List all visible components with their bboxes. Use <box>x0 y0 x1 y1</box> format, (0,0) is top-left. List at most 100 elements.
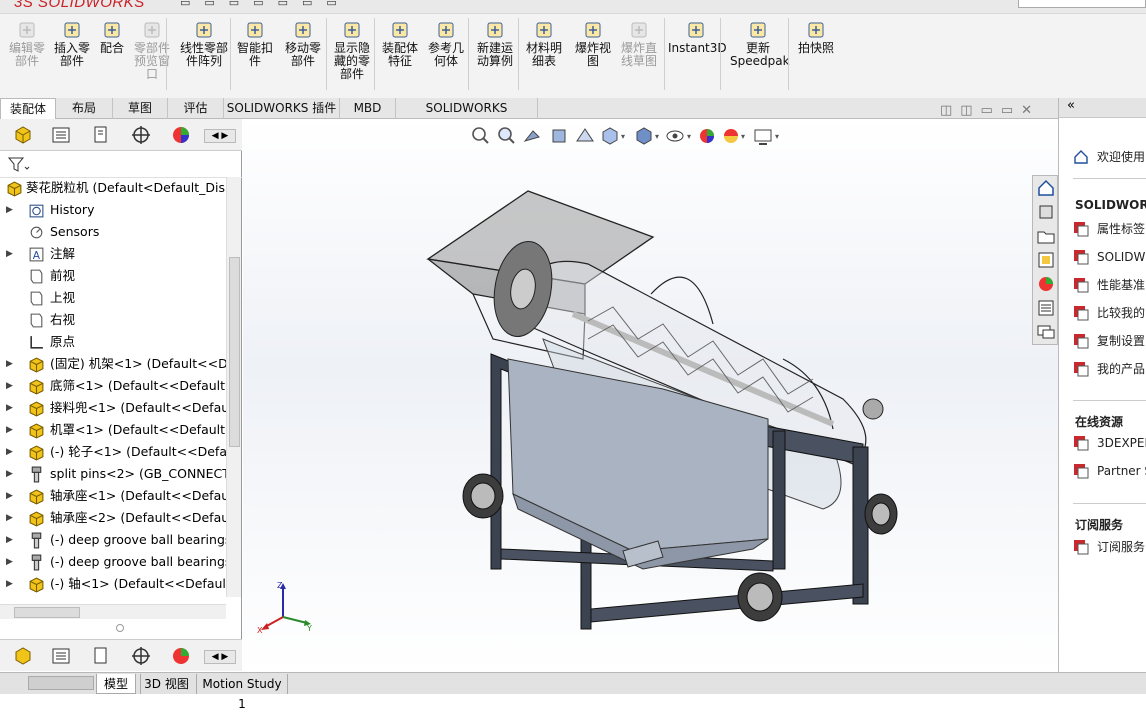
section-view-icon[interactable] <box>552 129 566 143</box>
configuration-manager-icon[interactable] <box>90 125 112 145</box>
tab-4[interactable]: SOLIDWORKS 插件 <box>224 98 340 119</box>
view-orientation-icon[interactable]: ▾ <box>602 127 625 145</box>
tree-vertical-scrollbar[interactable] <box>226 177 241 597</box>
property-manager-icon[interactable] <box>50 125 72 145</box>
tree-node[interactable]: 右视 <box>0 309 226 331</box>
quick-access-toolbar[interactable]: ▭▭▭▭▭▭▭ <box>180 0 351 9</box>
view-palette-icon[interactable] <box>1036 250 1056 270</box>
tree-node[interactable]: ▶ 接料兜<1> (Default<<Default> <box>0 397 226 419</box>
tree-node[interactable]: ▶ 轴承座<2> (Default<<Default> <box>0 507 226 529</box>
apply-scene-icon[interactable]: ▾ <box>724 129 745 143</box>
expand-arrow-icon[interactable]: ▶ <box>6 441 13 463</box>
graphics-area[interactable]: ◫◫▭▭✕ ▾ ▾ ▾ ▾ ▾ Z Y X <box>243 103 1058 672</box>
expand-arrow-icon[interactable]: ▶ <box>6 485 13 507</box>
task-pane-link[interactable]: 我的产品 <box>1074 358 1145 380</box>
task-pane-link[interactable]: Partner S <box>1074 460 1146 482</box>
edit-appearance-icon[interactable] <box>700 129 714 143</box>
task-pane-link[interactable]: 订阅服务 <box>1074 536 1145 558</box>
expand-arrow-icon[interactable]: ▶ <box>6 397 13 419</box>
expand-arrow-icon[interactable]: ▶ <box>6 353 13 375</box>
linear-pattern-button[interactable]: 线性零部 件阵列 <box>178 20 230 68</box>
splitter-handle[interactable] <box>116 624 124 632</box>
tree-node[interactable]: ▶ split pins<2> (GB_CONNECTII <box>0 463 226 485</box>
task-pane-link[interactable]: 性能基准 <box>1074 274 1145 296</box>
task-pane-link[interactable]: 复制设置 <box>1074 330 1145 352</box>
design-library-icon[interactable] <box>1036 202 1056 222</box>
edit-component-button[interactable]: 编辑零 部件 <box>8 20 46 68</box>
tree-node[interactable]: ▶ (-) 轴<1> (Default<<Default>_ <box>0 573 226 595</box>
snapshot-button[interactable]: 拍快照 <box>796 20 836 55</box>
reference-geometry-button[interactable]: 参考几 何体 <box>426 20 466 68</box>
tab-motion-study[interactable]: Motion Study 1 <box>196 674 288 711</box>
tab-5[interactable]: MBD <box>340 98 396 119</box>
home-icon[interactable] <box>1036 178 1056 198</box>
explode-line-sketch-button[interactable]: 爆炸直 线草图 <box>618 20 660 68</box>
bom-button[interactable]: 材料明 细表 <box>524 20 564 68</box>
tree-node[interactable]: ▶ A 注解 <box>0 243 226 265</box>
tree-node[interactable]: Sensors <box>0 221 226 243</box>
tree-node[interactable]: ▶ 机罩<1> (Default<<Default>_F <box>0 419 226 441</box>
expand-arrow-icon[interactable]: ▶ <box>6 375 13 397</box>
assembly-feature-button[interactable]: 装配体 特征 <box>380 20 420 68</box>
tab-3d-views[interactable]: 3D 视图 <box>140 674 192 694</box>
insert-component-button[interactable]: 插入零 部件 <box>52 20 92 68</box>
display-style-icon[interactable]: ▾ <box>636 127 659 145</box>
assembly-model[interactable] <box>413 189 933 659</box>
custom-properties-icon[interactable] <box>1036 298 1056 318</box>
dimxpert-icon[interactable] <box>130 646 152 666</box>
feature-manager-icon[interactable] <box>12 646 34 666</box>
expand-arrow-icon[interactable]: ▶ <box>6 529 13 551</box>
tab-1[interactable]: 布局 <box>56 98 113 119</box>
configuration-manager-icon[interactable] <box>90 646 112 666</box>
expand-arrow-icon[interactable]: ▶ <box>6 463 13 485</box>
tab-model[interactable]: 模型 <box>96 674 136 694</box>
hide-show-items-icon[interactable]: ▾ <box>666 130 691 142</box>
tree-node[interactable]: 原点 <box>0 331 226 353</box>
instant3d-button[interactable]: Instant3D <box>668 20 727 55</box>
tree-node[interactable]: ▶ (-) 轮子<1> (Default<<Default <box>0 441 226 463</box>
tab-2[interactable]: 草图 <box>113 98 168 119</box>
task-pane-link[interactable]: 3DEXPERI <box>1074 432 1146 454</box>
window-controls[interactable]: ◫◫▭▭✕ <box>940 103 1040 118</box>
tree-horizontal-scrollbar[interactable] <box>0 604 226 619</box>
tree-node[interactable]: ▶ 底筛<1> (Default<<Default>_F <box>0 375 226 397</box>
scrollbar-thumb[interactable] <box>14 607 80 618</box>
tree-node[interactable]: ▶ (-) deep groove ball bearings <box>0 529 226 551</box>
expand-arrow-icon[interactable]: ▶ <box>6 419 13 441</box>
appearances-icon[interactable] <box>1036 274 1056 294</box>
tab-3[interactable]: 评估 <box>168 98 224 119</box>
tab-0[interactable]: 装配体 <box>0 98 56 120</box>
panel-scroll-arrows[interactable]: ◀ ▶ <box>204 650 236 664</box>
task-pane-link[interactable]: SOLIDWO <box>1074 246 1146 268</box>
tree-root-assembly[interactable]: 葵花脱粒机 (Default<Default_Displ <box>0 177 226 199</box>
tree-node[interactable]: 前视 <box>0 265 226 287</box>
task-pane-link[interactable]: 属性标签 <box>1074 218 1145 240</box>
feature-manager-icon[interactable] <box>12 125 34 145</box>
tree-node[interactable]: ▶ (-) deep groove ball bearings <box>0 551 226 573</box>
exploded-view-button[interactable]: 爆炸视 图 <box>572 20 614 68</box>
move-component-button[interactable]: 移动零 部件 <box>282 20 324 68</box>
panel-scroll-arrows[interactable]: ◀ ▶ <box>204 129 236 143</box>
collapse-chevron-icon[interactable]: « <box>1067 98 1075 113</box>
expand-arrow-icon[interactable]: ▶ <box>6 551 13 573</box>
dynamic-annotation-icon[interactable] <box>576 128 594 142</box>
welcome-link[interactable]: 欢迎使用 <box>1074 146 1145 168</box>
tab-navigation-arrows[interactable] <box>28 676 94 690</box>
new-motion-study-button[interactable]: 新建运 动算例 <box>474 20 516 68</box>
zoom-to-fit-icon[interactable] <box>472 127 489 144</box>
expand-arrow-icon[interactable]: ▶ <box>6 243 13 265</box>
forum-icon[interactable] <box>1036 322 1056 342</box>
display-manager-icon[interactable] <box>170 125 192 145</box>
show-hidden-button[interactable]: 显示隐 藏的零 部件 <box>332 20 372 81</box>
expand-arrow-icon[interactable]: ▶ <box>6 507 13 529</box>
file-explorer-icon[interactable] <box>1036 226 1056 246</box>
tab-6[interactable]: SOLIDWORKS Inspection <box>396 98 538 136</box>
scrollbar-thumb[interactable] <box>229 257 240 447</box>
tree-node[interactable]: ▶ History <box>0 199 226 221</box>
expand-arrow-icon[interactable]: ▶ <box>6 199 13 221</box>
filter-icon[interactable] <box>8 156 30 174</box>
mate-button[interactable]: 配合 <box>98 20 126 55</box>
expand-arrow-icon[interactable]: ▶ <box>6 573 13 595</box>
tree-node[interactable]: ▶ (固定) 机架<1> (Default<<Defa <box>0 353 226 375</box>
search-input[interactable] <box>1018 0 1146 8</box>
